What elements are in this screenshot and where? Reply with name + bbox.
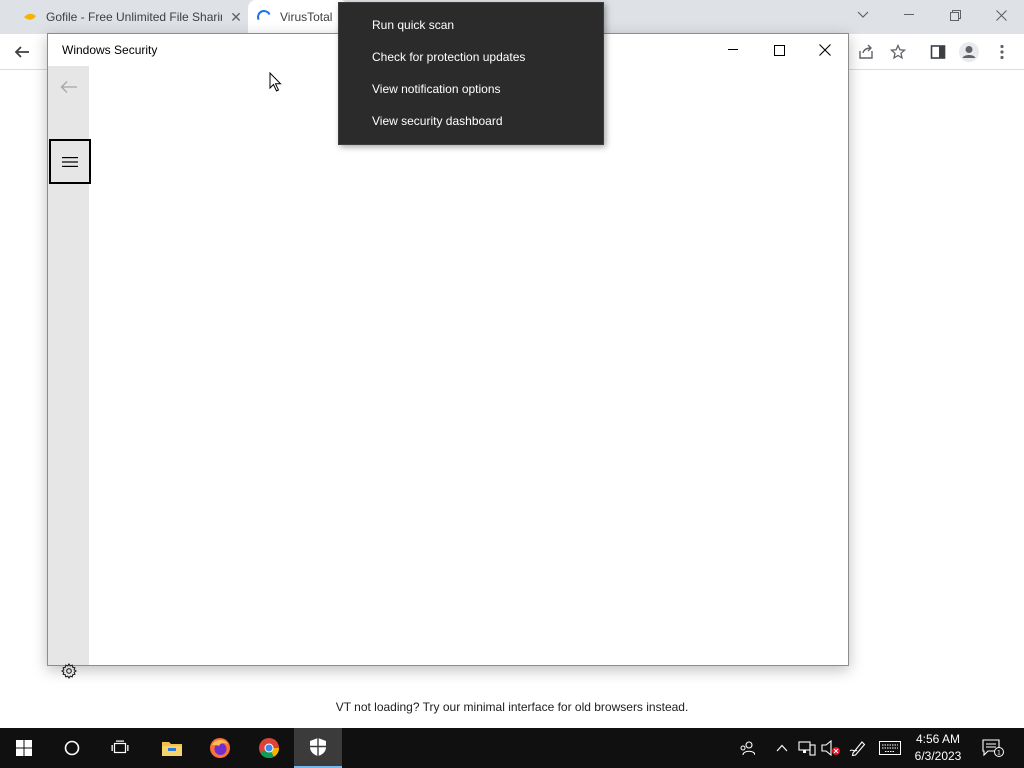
windows-security-shield-icon[interactable]: [294, 728, 342, 768]
close-icon[interactable]: [802, 34, 848, 66]
menu-item-check-updates[interactable]: Check for protection updates: [339, 41, 603, 73]
menu-item-run-quick-scan[interactable]: Run quick scan: [339, 9, 603, 41]
menu-item-notification-options[interactable]: View notification options: [339, 73, 603, 105]
settings-gear-icon[interactable]: [58, 660, 80, 682]
tab-virustotal[interactable]: VirusTotal: [248, 0, 348, 34]
menu-item-security-dashboard[interactable]: View security dashboard: [339, 105, 603, 137]
side-panel-icon[interactable]: [926, 40, 950, 64]
tab-search-icon[interactable]: [840, 0, 886, 30]
share-icon[interactable]: [854, 40, 878, 64]
bookmark-star-icon[interactable]: [886, 40, 910, 64]
restore-icon[interactable]: [932, 0, 978, 30]
close-icon[interactable]: [978, 0, 1024, 30]
search-circle-icon[interactable]: [48, 728, 96, 768]
security-context-menu: Run quick scan Check for protection upda…: [338, 2, 604, 145]
profile-avatar-icon[interactable]: [957, 40, 981, 64]
pen-workspace-icon[interactable]: [846, 728, 870, 768]
action-center-icon[interactable]: 1: [978, 728, 1008, 768]
minimize-icon[interactable]: [886, 0, 932, 30]
people-icon[interactable]: [734, 728, 760, 768]
window-title: Windows Security: [62, 43, 158, 57]
clock-time: 4:56 AM: [915, 732, 961, 746]
maximize-icon[interactable]: [756, 34, 802, 66]
tab-virustotal-title: VirusTotal: [280, 10, 333, 24]
browser-window-controls: [840, 0, 1024, 30]
window-controls: [710, 34, 848, 66]
start-windows-icon[interactable]: [0, 728, 48, 768]
tab-gofile[interactable]: Gofile - Free Unlimited File Sharing ✕: [14, 0, 246, 34]
tab-close-icon[interactable]: ✕: [228, 9, 244, 25]
task-view-icon[interactable]: [96, 728, 144, 768]
loading-spinner-icon: [255, 8, 273, 26]
chrome-icon[interactable]: [245, 728, 293, 768]
gofile-favicon: [22, 9, 38, 25]
touch-keyboard-icon[interactable]: [876, 728, 904, 768]
firefox-icon[interactable]: [196, 728, 244, 768]
hamburger-menu-icon[interactable]: [49, 139, 91, 184]
mouse-cursor-icon: [269, 71, 282, 97]
network-icon[interactable]: [796, 728, 818, 768]
navigation-pane: [48, 66, 91, 679]
chevron-up-icon[interactable]: [772, 728, 792, 768]
minimize-icon[interactable]: [710, 34, 756, 66]
more-menu-icon[interactable]: [990, 40, 1014, 64]
notification-count: 1: [997, 748, 1001, 756]
volume-muted-icon[interactable]: [820, 728, 842, 768]
back-arrow-icon[interactable]: [56, 76, 82, 98]
back-arrow-icon[interactable]: [10, 40, 34, 64]
vt-fallback-notice[interactable]: VT not loading? Try our minimal interfac…: [0, 700, 1024, 714]
system-clock[interactable]: 4:56 AM 6/3/2023: [906, 731, 970, 765]
clock-date: 6/3/2023: [914, 749, 962, 763]
tab-gofile-title: Gofile - Free Unlimited File Sharing: [46, 10, 222, 24]
file-explorer-icon[interactable]: [148, 728, 196, 768]
taskbar: 4:56 AM 6/3/2023 1: [0, 728, 1024, 768]
